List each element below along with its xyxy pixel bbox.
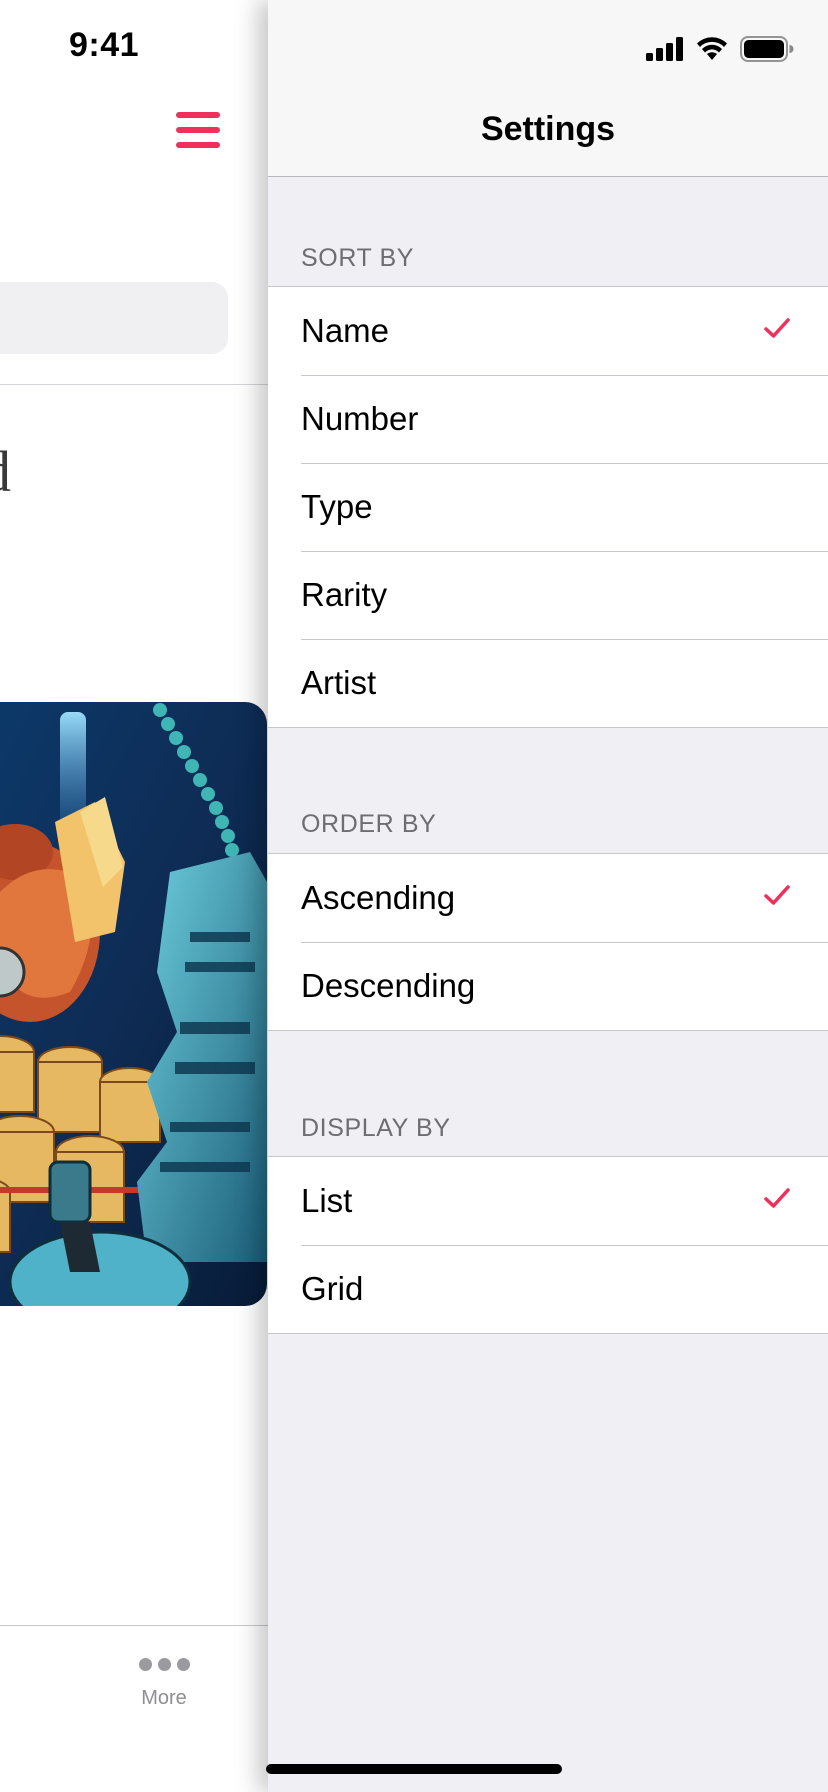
sort-by-group: Name Number Type Rarity Artist [268,286,828,728]
order-by-group: Ascending Descending [268,853,828,1031]
option-label: Rarity [301,576,388,613]
tab-more-label: More [141,1687,187,1709]
option-label: Artist [301,664,377,701]
option-label: Grid [301,1270,364,1307]
section-header-sort-by: SORT BY [301,244,415,272]
order-option-descending[interactable]: Descending [268,942,828,1030]
status-time: 9:41 [68,26,140,64]
main-screen: 9:41 d [0,0,268,1792]
display-option-grid[interactable]: Grid [268,1245,828,1333]
status-icons [646,36,794,62]
card-title: d [0,438,11,505]
navigation-bar: Settings [268,0,828,177]
section-header-order-by: ORDER BY [301,810,437,838]
section-header-display-by: DISPLAY BY [301,1114,451,1142]
option-label: List [301,1182,353,1219]
display-by-group: List Grid [268,1156,828,1334]
wifi-icon [697,37,727,60]
sort-option-rarity[interactable]: Rarity [268,551,828,639]
checkmark-icon [764,318,790,338]
sort-option-artist[interactable]: Artist [268,639,828,727]
page-title: Settings [480,110,616,148]
divider [0,384,268,385]
display-option-list[interactable]: List [268,1157,828,1245]
sort-option-name[interactable]: Name [268,287,828,375]
option-label: Ascending [301,879,456,916]
hamburger-icon[interactable] [176,112,220,148]
option-label: Number [301,400,419,437]
checkmark-icon [764,885,790,905]
option-label: Type [301,488,373,525]
cellular-signal-icon [646,37,683,61]
search-input[interactable] [0,282,228,354]
sort-option-number[interactable]: Number [268,375,828,463]
tab-bar-divider [0,1625,268,1626]
sort-option-type[interactable]: Type [268,463,828,551]
settings-panel: Settings SORT BY Name Number Type Rarity… [268,0,828,1792]
more-icon [138,1658,190,1671]
order-option-ascending[interactable]: Ascending [268,854,828,942]
home-indicator[interactable] [266,1764,562,1774]
card-art-image[interactable] [0,702,267,1306]
tab-more[interactable]: More [124,1650,204,1730]
battery-icon [740,36,794,62]
option-label: Descending [301,967,476,1004]
option-label: Name [301,312,390,349]
checkmark-icon [764,1188,790,1208]
